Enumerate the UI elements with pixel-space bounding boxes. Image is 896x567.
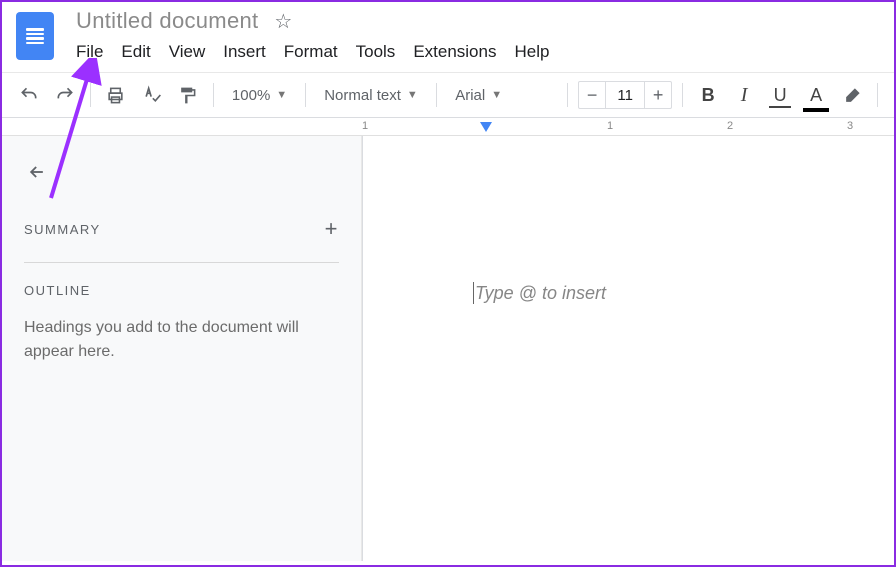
font-size-increase[interactable]: + [645,82,671,108]
chevron-down-icon: ▼ [407,89,418,101]
content-area: 1 1 2 3 SUMMARY + OUTLINE Headings you a… [2,118,894,561]
star-icon[interactable]: ☆ [274,9,292,34]
font-size-control: − 11 + [578,81,672,109]
toolbar: 100% ▼ Normal text ▼ Arial ▼ − 11 + B I … [2,72,894,118]
text-cursor-icon [473,282,474,304]
menu-file[interactable]: File [76,42,103,62]
separator [213,83,214,107]
editor-placeholder: Type @ to insert [473,282,606,304]
zoom-value: 100% [232,87,270,104]
separator [567,83,568,107]
menu-bar: File Edit View Insert Format Tools Exten… [76,42,549,62]
menu-help[interactable]: Help [514,42,549,62]
docs-logo-lines [26,28,44,44]
document-page[interactable]: Type @ to insert [362,136,894,561]
indent-marker-icon[interactable] [480,122,492,132]
divider [24,262,339,263]
separator [90,83,91,107]
ruler-tick: 1 [607,120,613,132]
ruler-tick: 3 [847,120,853,132]
collapse-sidebar-icon[interactable] [24,162,339,188]
font-size-value[interactable]: 11 [605,82,645,108]
spellcheck-icon[interactable] [137,80,167,110]
paint-format-icon[interactable] [173,80,203,110]
underline-button[interactable]: U [765,80,795,110]
add-summary-icon[interactable]: + [325,216,339,242]
ruler-tick: 1 [362,120,368,132]
outline-empty-text: Headings you add to the document will ap… [24,316,339,364]
summary-section-header: SUMMARY + [24,216,339,242]
style-value: Normal text [324,87,401,104]
app-header: Untitled document ☆ File Edit View Inser… [2,2,894,62]
outline-label: OUTLINE [24,283,91,298]
print-icon[interactable] [101,80,131,110]
redo-icon[interactable] [50,80,80,110]
ruler-tick: 2 [727,120,733,132]
separator [682,83,683,107]
zoom-dropdown[interactable]: 100% ▼ [224,83,295,108]
summary-label: SUMMARY [24,222,101,237]
text-color-button[interactable]: A [801,80,831,110]
menu-edit[interactable]: Edit [121,42,150,62]
undo-icon[interactable] [14,80,44,110]
separator [877,83,878,107]
placeholder-text: Type @ to insert [475,283,606,304]
separator [436,83,437,107]
font-dropdown[interactable]: Arial ▼ [447,83,557,108]
font-value: Arial [455,87,485,104]
separator [305,83,306,107]
title-row: Untitled document ☆ [76,8,549,34]
bold-button[interactable]: B [693,80,723,110]
chevron-down-icon: ▼ [491,89,502,101]
font-size-decrease[interactable]: − [579,82,605,108]
menu-tools[interactable]: Tools [356,42,396,62]
outline-sidebar: SUMMARY + OUTLINE Headings you add to th… [2,136,362,561]
menu-extensions[interactable]: Extensions [413,42,496,62]
menu-view[interactable]: View [169,42,206,62]
highlight-color-button[interactable] [837,80,867,110]
italic-button[interactable]: I [729,80,759,110]
docs-logo-icon[interactable] [16,12,54,60]
outline-section-header: OUTLINE [24,283,339,298]
horizontal-ruler[interactable]: 1 1 2 3 [2,118,894,136]
menu-insert[interactable]: Insert [223,42,266,62]
menu-format[interactable]: Format [284,42,338,62]
style-dropdown[interactable]: Normal text ▼ [316,83,426,108]
document-title[interactable]: Untitled document [76,8,258,34]
chevron-down-icon: ▼ [276,89,287,101]
